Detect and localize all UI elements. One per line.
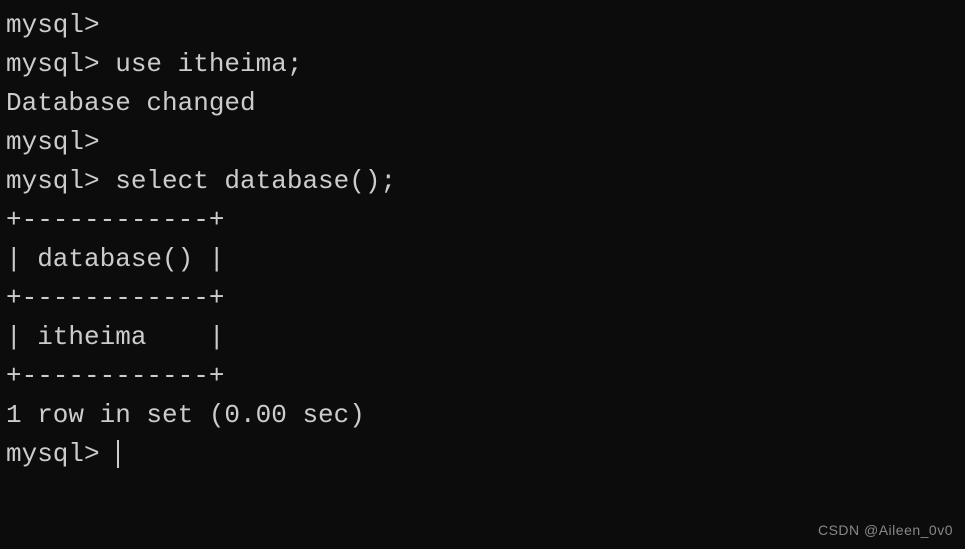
terminal-output[interactable]: mysql> mysql> use itheima; Database chan… (6, 6, 959, 474)
terminal-line: mysql> select database(); (6, 162, 959, 201)
terminal-line: mysql> use itheima; (6, 45, 959, 84)
terminal-line: 1 row in set (0.00 sec) (6, 396, 959, 435)
terminal-line: mysql> (6, 123, 959, 162)
terminal-line: | database() | (6, 240, 959, 279)
terminal-prompt-active[interactable]: mysql> (6, 435, 959, 474)
watermark-text: CSDN @Aileen_0v0 (818, 520, 953, 541)
prompt-text: mysql> (6, 439, 115, 469)
cursor-icon (117, 440, 119, 468)
terminal-line: +------------+ (6, 279, 959, 318)
terminal-line: Database changed (6, 84, 959, 123)
terminal-line: +------------+ (6, 201, 959, 240)
terminal-line: mysql> (6, 6, 959, 45)
terminal-line: | itheima | (6, 318, 959, 357)
terminal-line: +------------+ (6, 357, 959, 396)
